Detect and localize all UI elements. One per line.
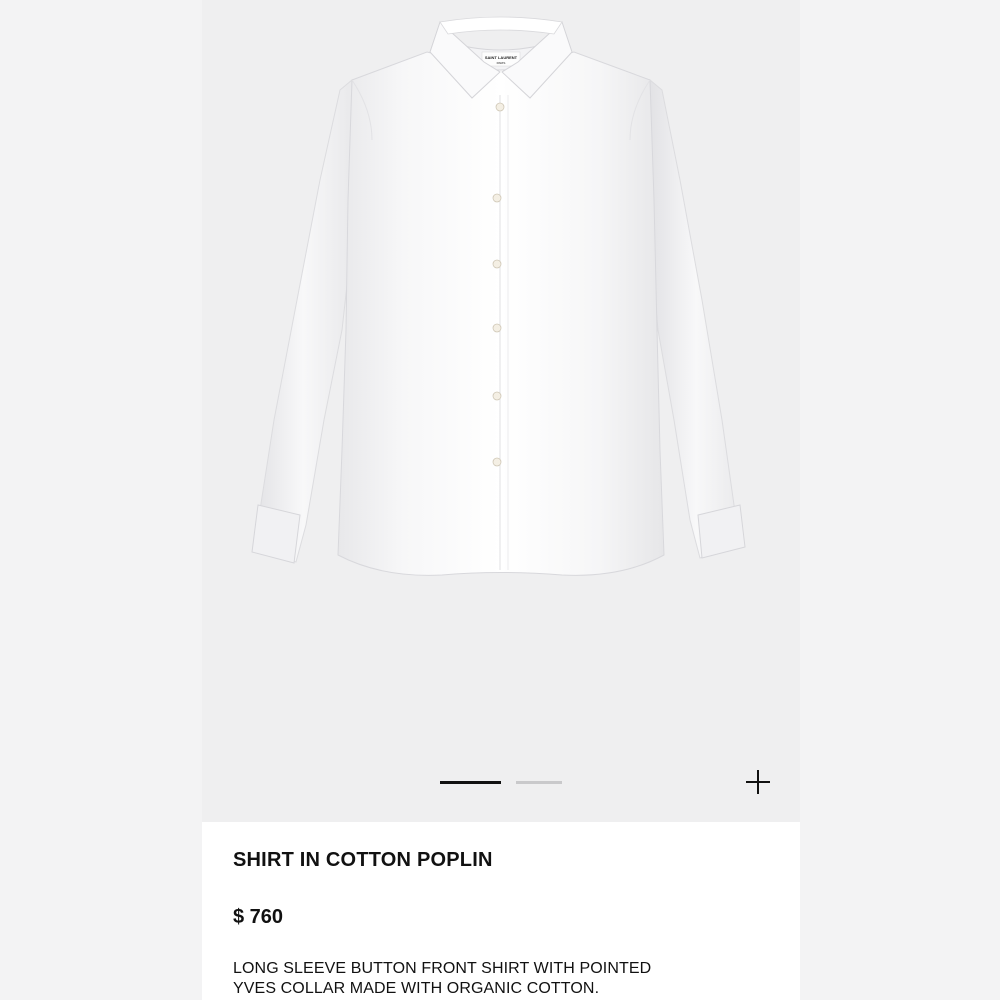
label-city-text: PARIS (497, 61, 506, 65)
product-info: SHIRT IN COTTON POPLIN $ 760 LONG SLEEVE… (202, 822, 800, 1000)
product-price: $ 760 (233, 906, 284, 928)
pager-indicator-active[interactable] (440, 781, 501, 784)
label-brand-text: SAINT LAURENT (485, 55, 518, 60)
right-margin (800, 0, 1000, 1000)
gallery-pager (440, 781, 562, 784)
pager-indicator-inactive[interactable] (516, 781, 562, 784)
left-margin (0, 0, 202, 1000)
description-line-2: YVES COLLAR MADE WITH ORGANIC COTTON. (233, 980, 600, 997)
product-page: SAINT LAURENT PARIS SHIRT IN COTTON POPL… (202, 0, 800, 1000)
product-description: LONG SLEEVE BUTTON FRONT SHIRT WITH POIN… (233, 959, 753, 999)
product-image-gallery[interactable]: SAINT LAURENT PARIS (202, 0, 800, 822)
description-line-1: LONG SLEEVE BUTTON FRONT SHIRT WITH POIN… (233, 960, 652, 977)
product-image: SAINT LAURENT PARIS (251, 16, 746, 576)
product-title: SHIRT IN COTTON POPLIN (233, 849, 493, 871)
zoom-button[interactable] (745, 769, 771, 795)
page: SAINT LAURENT PARIS SHIRT IN COTTON POPL… (0, 0, 1000, 1000)
